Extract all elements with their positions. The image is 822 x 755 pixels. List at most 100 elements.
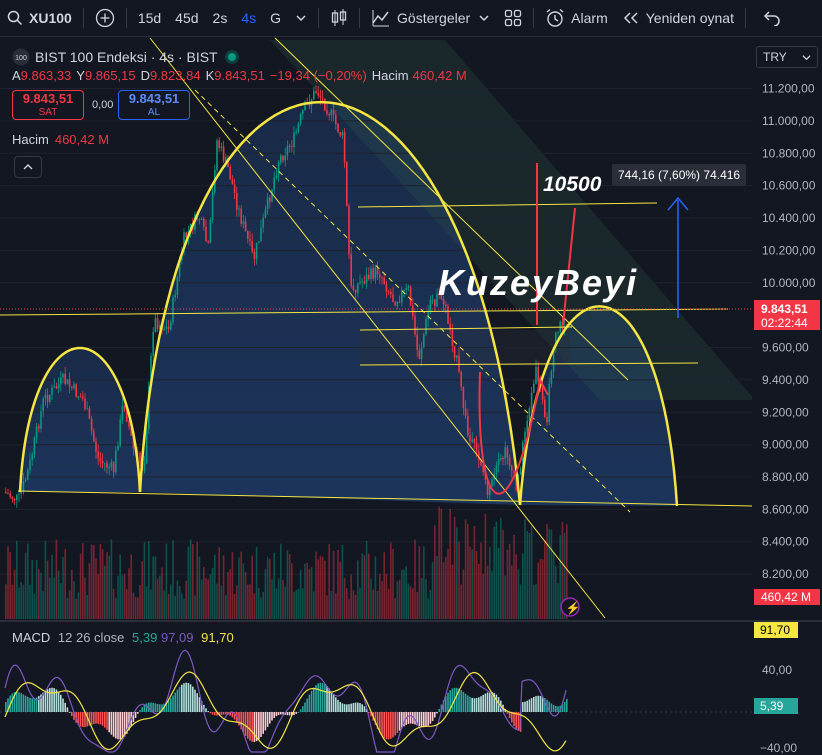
price-tick: 9.200,00 xyxy=(762,405,809,419)
add-symbol-button[interactable] xyxy=(88,0,122,36)
interval-45d[interactable]: 45d xyxy=(168,0,205,36)
candles-icon xyxy=(331,9,347,26)
currency-selector[interactable]: TRY xyxy=(756,46,818,68)
indicators-label: Göstergeler xyxy=(397,10,471,26)
watermark-text: KuzeyBeyi xyxy=(438,262,638,303)
ohlc-open: 9.863,33 xyxy=(20,67,72,83)
macd-legend[interactable]: MACD 12 26 close 5,39 97,09 91,70 xyxy=(12,630,234,645)
price-tick: 9.400,00 xyxy=(762,373,809,387)
ohlc-key: D xyxy=(140,67,150,83)
alarm-icon xyxy=(546,8,564,27)
interval-2s[interactable]: 2s xyxy=(206,0,235,36)
chevron-up-icon xyxy=(23,164,33,170)
price-tick: 8.800,00 xyxy=(762,470,809,484)
interval-15d[interactable]: 15d xyxy=(131,0,168,36)
volume-tag-value: 460,42 M xyxy=(761,590,811,604)
indicators-icon xyxy=(372,10,390,27)
ohlc-key: Y xyxy=(76,67,85,83)
replay-icon xyxy=(623,12,638,24)
macd-signal-legend-value: 91,70 xyxy=(201,630,234,645)
buy-label: AL xyxy=(147,107,161,118)
target-label[interactable]: 10500 xyxy=(543,173,602,196)
replay-label: Yeniden oynat xyxy=(645,10,734,26)
chevron-down-icon xyxy=(479,15,489,22)
macd-axis-tick: 40,00 xyxy=(762,663,792,677)
chevron-down-icon xyxy=(296,15,306,22)
symbol-search[interactable]: XU100 xyxy=(0,0,79,36)
sell-price: 9.843,51 xyxy=(22,91,74,106)
separator xyxy=(533,8,535,28)
ohlc-close: 9.843,51 xyxy=(214,67,265,83)
layout-button[interactable] xyxy=(497,0,529,36)
buy-button[interactable]: 9.843,51 AL xyxy=(118,90,190,120)
price-tick: 8.200,00 xyxy=(762,567,809,581)
macd-axis-tick: −40,00 xyxy=(760,741,797,755)
ohlc-key: K xyxy=(205,67,215,83)
interval-dropdown[interactable] xyxy=(288,0,314,36)
undo-icon xyxy=(763,11,780,26)
separator xyxy=(359,8,361,28)
price-tick: 10.800,00 xyxy=(762,146,816,160)
volume-legend[interactable]: Hacim 460,42 M xyxy=(12,132,109,147)
volume-value: 460,42 M xyxy=(412,67,467,83)
price-axis[interactable] xyxy=(752,37,822,755)
volume-legend-label: Hacim xyxy=(12,132,49,147)
separator xyxy=(744,8,746,28)
separator xyxy=(318,8,320,28)
countdown-value: 02:22:44 xyxy=(761,316,808,330)
price-tick: 10.600,00 xyxy=(762,179,816,193)
ohlc-key: A xyxy=(12,67,21,83)
macd-line-value: 97,09 xyxy=(160,630,194,645)
currency-label: TRY xyxy=(763,50,787,64)
symbol-badge: 100 xyxy=(12,48,30,66)
market-status-dot[interactable] xyxy=(227,53,236,61)
alarm-label: Alarm xyxy=(571,10,608,26)
chart-type-button[interactable] xyxy=(323,0,355,36)
macd-hist-value: 5,39 xyxy=(760,699,784,713)
alarm-button[interactable]: Alarm xyxy=(538,0,615,36)
price-tick: 9.000,00 xyxy=(762,438,809,452)
collapse-legend-button[interactable] xyxy=(14,156,42,178)
symbol-legend: 100 BIST 100 Endeksi · 4s · BIST A 9.863,… xyxy=(12,48,472,84)
symbol-name: XU100 xyxy=(29,10,72,26)
macd-value: 5,39 xyxy=(132,630,158,645)
macd-name: MACD xyxy=(12,630,51,645)
price-chart[interactable]: 10500 744,16 (7,60%) 74.416 KuzeyBeyi ⚡ … xyxy=(0,37,822,755)
price-tick: 8.400,00 xyxy=(762,535,809,549)
price-tick: 10.400,00 xyxy=(762,211,816,225)
price-tick: 9.600,00 xyxy=(762,341,809,355)
replay-button[interactable]: Yeniden oynat xyxy=(615,0,741,36)
macd-panel xyxy=(0,649,752,753)
separator xyxy=(82,8,84,28)
spread-value: 0,00 xyxy=(92,99,114,111)
ohlc-row: A 9.863,33 Y 9.865,15 D 9.823,84 K 9.843,51 … xyxy=(12,66,472,84)
svg-text:100: 100 xyxy=(15,55,27,62)
ohlc-low: 9.823,84 xyxy=(149,67,201,83)
separator xyxy=(125,8,127,28)
sell-button[interactable]: 9.843,51 SAT xyxy=(12,90,84,120)
price-tick: 8.600,00 xyxy=(762,502,809,516)
plus-icon xyxy=(95,8,114,28)
volume-bars xyxy=(5,506,568,619)
chevron-down-icon xyxy=(802,54,811,60)
interval-4s[interactable]: 4s xyxy=(234,0,263,36)
buy-price: 9.843,51 xyxy=(128,91,180,106)
price-tick: 11.200,00 xyxy=(762,82,815,96)
indicators-button[interactable]: Göstergeler xyxy=(364,0,497,36)
interval-g[interactable]: G xyxy=(263,0,288,36)
price-tick: 10.000,00 xyxy=(762,276,816,290)
legend-title[interactable]: BIST 100 Endeksi · 4s · BIST xyxy=(35,49,218,65)
undo-button[interactable] xyxy=(756,0,788,36)
price-tick: 10.200,00 xyxy=(762,243,816,257)
macd-params: 12 26 close xyxy=(57,630,125,645)
grid-icon xyxy=(505,9,522,27)
volume-label: Hacim xyxy=(371,67,409,83)
macd-signal-value: 91,70 xyxy=(760,623,790,637)
price-tick: 11.000,00 xyxy=(762,114,815,128)
last-price-value: 9.843,51 xyxy=(761,302,808,316)
measure-label[interactable]: 744,16 (7,60%) 74.416 xyxy=(618,168,740,182)
top-toolbar: XU100 15d 45d 2s 4s G Göstergeler Alarm … xyxy=(0,0,822,37)
sell-label: SAT xyxy=(38,107,58,118)
search-icon xyxy=(7,10,23,26)
volume-legend-value: 460,42 M xyxy=(54,132,110,147)
